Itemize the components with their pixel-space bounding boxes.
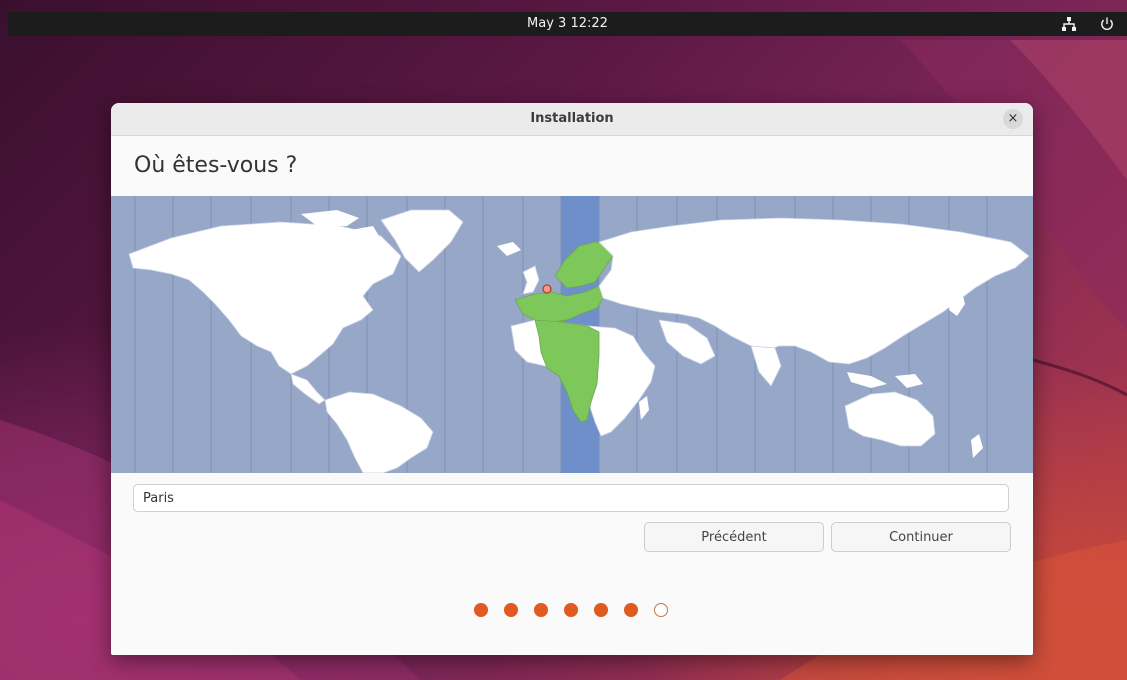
window-titlebar[interactable]: Installation × — [111, 103, 1033, 136]
installer-window: Installation × Où êtes-vous ? Paris Préc… — [111, 103, 1033, 655]
progress-dot-complete — [594, 603, 608, 617]
progress-dot-pending — [654, 603, 668, 617]
progress-indicator — [474, 603, 674, 619]
clock[interactable]: May 3 12:22 — [8, 16, 1127, 31]
progress-dot-complete — [564, 603, 578, 617]
continue-button[interactable]: Continuer — [831, 522, 1011, 552]
window-title: Installation — [530, 111, 614, 126]
network-icon[interactable] — [1061, 16, 1077, 32]
progress-dot-complete — [474, 603, 488, 617]
close-button[interactable]: × — [1003, 109, 1023, 129]
location-pin-icon — [542, 284, 552, 294]
top-bar: May 3 12:22 — [8, 12, 1127, 36]
location-input[interactable] — [133, 484, 1009, 512]
progress-dot-complete — [534, 603, 548, 617]
page-title: Où êtes-vous ? — [134, 153, 298, 178]
timezone-map[interactable] — [111, 196, 1033, 473]
previous-button[interactable]: Précédent — [644, 522, 824, 552]
power-icon[interactable] — [1099, 16, 1115, 32]
progress-dot-complete — [504, 603, 518, 617]
progress-dot-complete — [624, 603, 638, 617]
